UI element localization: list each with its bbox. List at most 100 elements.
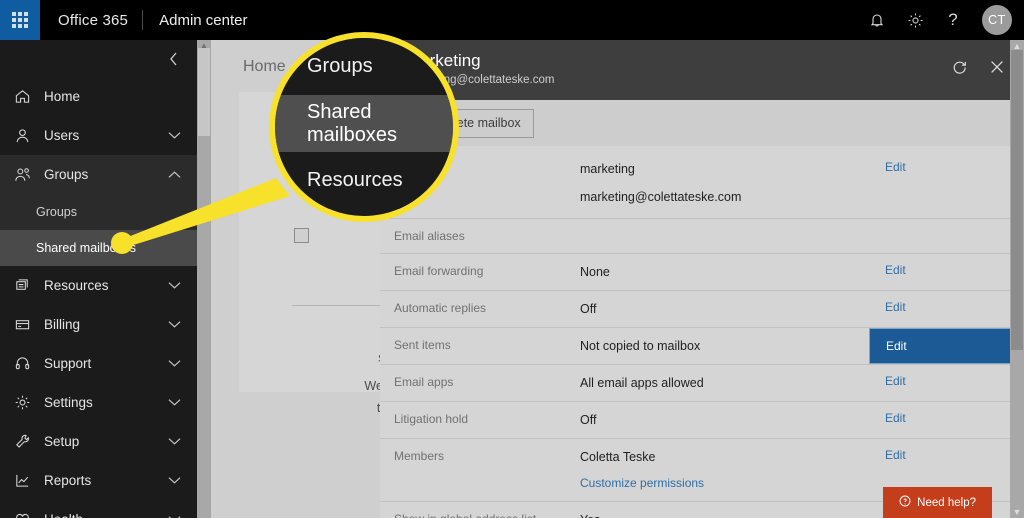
table-row: Email aliases [380,219,1024,254]
refresh-icon[interactable] [946,54,972,80]
sidebar-item-users[interactable]: Users [0,116,197,155]
flyout-title: marketing [406,51,481,70]
magnifier-callout: Groups Shared mailboxes Resources [269,32,459,222]
mailbox-detail-flyout: marketing marketing@colettateske.com Del… [380,40,1024,518]
avatar[interactable]: CT [982,5,1012,35]
edit-link[interactable]: Edit [869,374,1024,388]
table-row: Litigation hold Off Edit [380,402,1024,439]
chevron-down-icon [168,398,197,407]
sidebar-item-reports[interactable]: Reports [0,461,197,500]
sidebar: Home Users Groups Groups Shared mailboxe… [0,40,197,518]
sidebar-item-label: Settings [44,395,93,410]
headset-icon [14,355,44,372]
row-label: Email aliases [394,229,465,243]
home-icon [14,88,44,105]
sidebar-item-groups[interactable]: Groups [0,155,197,194]
groups-icon [14,166,44,183]
sidebar-item-health[interactable]: Health [0,500,197,518]
sidebar-item-label: Support [44,356,92,371]
sidebar-subitem-label: Groups [36,205,77,219]
flyout-scrollbar[interactable]: ▲ ▼ [1010,40,1024,518]
row-value: None [580,265,610,279]
sidebar-subitem-label: Shared mailboxes [36,241,137,255]
magnified-label: Shared mailboxes [307,100,398,146]
row-value: marketing marketing@colettateske.com [580,160,869,206]
table-row: Email apps All email apps allowed Edit [380,365,1024,402]
scroll-thumb[interactable] [1011,50,1023,350]
row-value: Off [580,413,597,427]
edit-link[interactable]: Edit [869,411,1024,425]
flyout-header: marketing marketing@colettateske.com [380,40,1024,100]
row-label: Email forwarding [394,264,484,278]
customize-permissions-link[interactable]: Customize permissions [580,474,704,492]
sidebar-item-settings[interactable]: Settings [0,383,197,422]
sidebar-collapse-button[interactable] [0,40,197,77]
chevron-down-icon [168,437,197,446]
chevron-down-icon [168,359,197,368]
edit-link[interactable]: Edit [869,300,1024,314]
edit-link[interactable]: Edit [869,263,1024,277]
gear-icon [14,394,44,411]
row-value: Coletta Teske Customize permissions [580,448,869,492]
edit-link[interactable]: Edit [869,160,1024,174]
magnified-item-shared-mailboxes[interactable]: Shared mailboxes [275,95,453,152]
need-help-button[interactable]: Need help? [883,487,992,518]
row-value: Not copied to mailbox [580,339,701,353]
row-value: Off [580,302,597,316]
edit-link-selected[interactable]: Edit [869,328,1024,364]
mailbox-properties-list: marketing marketing@colettateske.com Edi… [380,146,1024,518]
sidebar-item-resources[interactable]: Resources [0,266,197,305]
help-question-icon[interactable]: ? [936,0,970,40]
row-label: Email apps [394,375,454,389]
chevron-down-icon [168,131,197,140]
scroll-thumb[interactable] [198,48,210,136]
sidebar-item-label: Resources [44,278,109,293]
sidebar-subitem-shared-mailboxes[interactable]: Shared mailboxes [0,230,197,266]
table-row: Email forwarding None Edit [380,254,1024,291]
sidebar-item-support[interactable]: Support [0,344,197,383]
flyout-header-actions [946,54,1010,80]
edit-link[interactable]: Edit [869,448,1024,462]
row-value-name: marketing [580,162,635,176]
row-label: Show in global address list [380,511,580,518]
need-help-label: Need help? [917,496,976,509]
sidebar-subitem-groups[interactable]: Groups [0,194,197,230]
billing-card-icon [14,316,44,333]
sidebar-item-setup[interactable]: Setup [0,422,197,461]
app-launcher-waffle-icon[interactable] [0,0,40,40]
suite-bar-actions: ? CT [860,0,1024,40]
sidebar-item-label: Setup [44,434,80,449]
row-label: Litigation hold [394,412,469,426]
app-root: Office 365 Admin center ? CT Home Users … [0,0,1024,518]
page-scrollbar[interactable]: ▲ [197,40,211,518]
resources-icon [14,277,44,294]
close-x-icon[interactable] [984,54,1010,80]
row-label: Automatic replies [394,301,487,315]
breadcrumb[interactable]: Home [243,58,286,76]
magnified-label: Groups [307,55,373,77]
table-row: marketing marketing@colettateske.com Edi… [380,146,1024,219]
sidebar-item-home[interactable]: Home [0,77,197,116]
chevron-up-icon [168,170,197,179]
table-row-selected: Sent items Not copied to mailbox Edit [380,328,1024,365]
suite-bar: Office 365 Admin center ? CT [0,0,1024,40]
row-label: Members [394,449,445,463]
row-value-email: marketing@colettateske.com [580,190,742,204]
flyout-toolbar: Delete mailbox [380,100,1024,146]
sidebar-item-label: Reports [44,473,92,488]
settings-gear-icon[interactable] [898,0,932,40]
sidebar-item-billing[interactable]: Billing [0,305,197,344]
row-value: All email apps allowed [580,376,704,390]
chart-icon [14,472,44,489]
flyout-subtitle: marketing@colettateske.com [406,74,555,86]
suite-brand[interactable]: Office 365 [40,12,142,29]
chevron-down-icon [168,476,197,485]
notifications-bell-icon[interactable] [860,0,894,40]
wrench-icon [14,433,44,450]
table-row: Automatic replies Off Edit [380,291,1024,328]
suite-app-title: Admin center [159,11,248,29]
select-all-checkbox[interactable] [294,228,309,243]
row-value: Yes [580,511,869,518]
scroll-down-arrow[interactable]: ▼ [1010,506,1024,518]
chevron-down-icon [168,281,197,290]
